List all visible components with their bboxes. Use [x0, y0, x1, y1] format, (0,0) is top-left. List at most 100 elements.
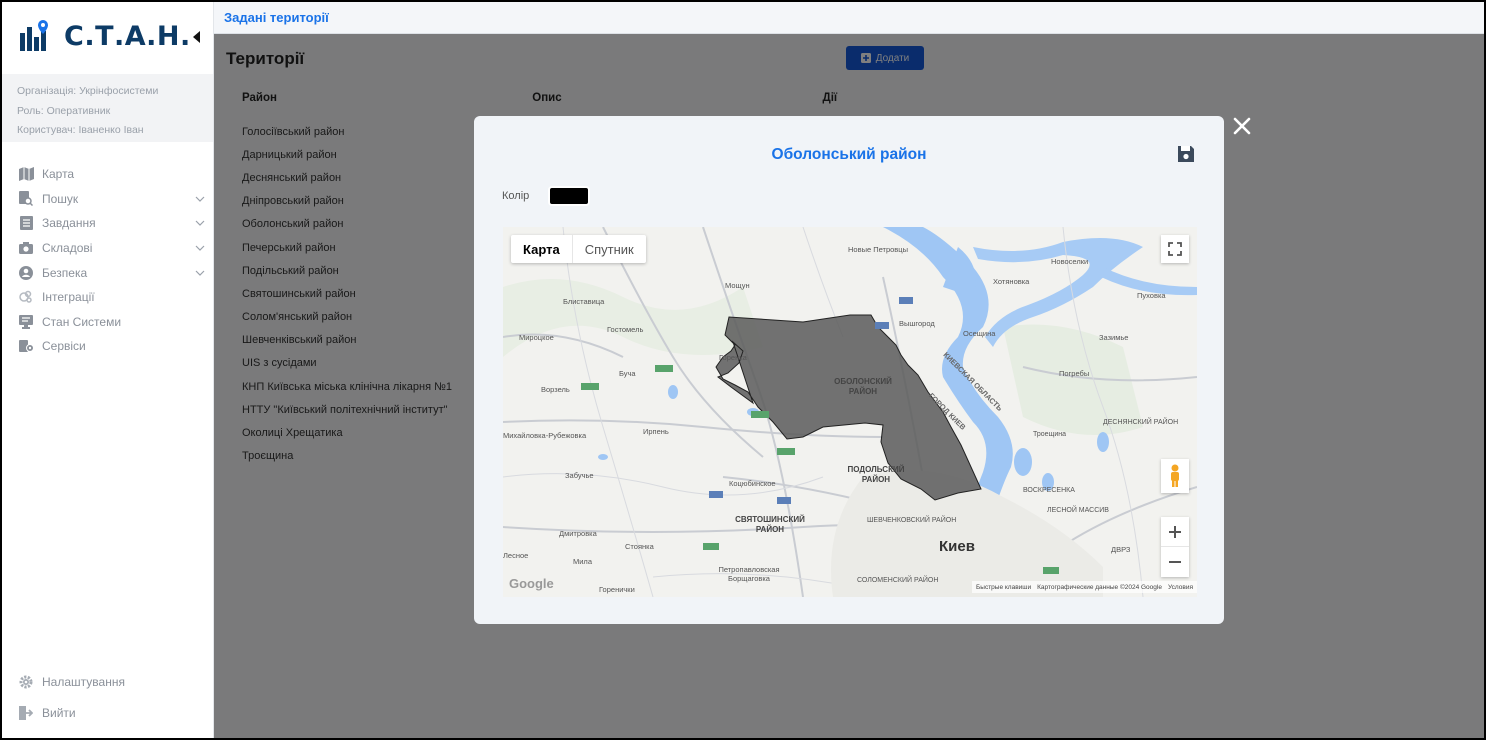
map-label: Горенка — [719, 353, 747, 362]
sidebar-item-label: Завдання — [42, 216, 96, 231]
map-label: Зазимье — [1099, 333, 1129, 342]
sidebar-item-integrations[interactable]: Інтеграції — [2, 285, 213, 310]
map-label: Забучье — [565, 471, 594, 480]
map-label: Коцюбинское — [729, 479, 776, 488]
sidebar-item-settings[interactable]: Налаштування — [2, 672, 213, 692]
chevron-down-icon — [195, 270, 205, 276]
logo-text: С.Т.А.Н. — [64, 20, 191, 52]
map-label: Блиставица — [563, 297, 605, 306]
user-text: Користувач: Іваненко Іван — [17, 124, 144, 136]
sidebar-item-security[interactable]: Безпека — [2, 260, 213, 285]
user-shield-icon — [18, 265, 34, 281]
close-icon — [1233, 117, 1251, 135]
city-label: Киев — [939, 538, 975, 555]
map-icon — [18, 166, 34, 182]
map-label: Мощун — [725, 281, 750, 290]
fullscreen-button[interactable] — [1161, 235, 1189, 263]
map-view[interactable]: Новые Петровцы Новоселки Хотяновка Мощун… — [503, 227, 1197, 597]
district-label: ШЕВЧЕНКОВСКИЙ РАЙОН — [867, 517, 957, 524]
sidebar-item-label: Пошук — [42, 191, 79, 206]
map-label: Дмитровка — [559, 529, 597, 538]
sidebar-item-label: Налаштування — [42, 675, 125, 689]
map-label: Ворзель — [541, 385, 570, 394]
logo: С.Т.А.Н. — [18, 16, 191, 56]
map-label: Новоселки — [1051, 257, 1089, 266]
sidebar-item-label: Стан Системи — [42, 314, 122, 329]
map-label: Мироцкое — [519, 333, 554, 342]
sidebar-item-label: Інтеграції — [42, 290, 95, 305]
sidebar-item-search[interactable]: Пошук — [2, 187, 213, 212]
minus-icon — [1169, 561, 1181, 563]
breadcrumb[interactable]: Задані території — [224, 10, 329, 25]
sidebar-item-components[interactable]: Складові — [2, 236, 213, 261]
sidebar-item-label: Безпека — [42, 265, 88, 280]
district-label: СОЛОМЕНСКИЙ РАЙОН — [857, 577, 939, 584]
caret-left-icon — [193, 31, 200, 43]
map-label: Хотяновка — [993, 277, 1030, 286]
gear-icon — [18, 674, 34, 690]
map-label: ДЕСНЯНСКИЙ РАЙОН — [1103, 419, 1179, 426]
user-info: Організація: Укрінфосистеми Роль: Операт… — [2, 74, 213, 142]
map-label: Мила — [573, 557, 592, 566]
fullscreen-icon — [1168, 242, 1182, 256]
organization-text: Організація: Укрінфосистеми — [17, 85, 159, 97]
terms-link[interactable]: Условия — [1168, 584, 1193, 591]
sidebar-item-label: Сервіси — [42, 339, 86, 354]
district-label: ПОДОЛЬСКИЙ РАЙОН — [847, 465, 905, 484]
sidebar-item-tasks[interactable]: Завдання — [2, 211, 213, 236]
services-icon — [18, 338, 34, 354]
tab-map[interactable]: Карта — [511, 235, 573, 263]
keyboard-shortcuts-link[interactable]: Быстрые клавиши — [976, 584, 1031, 591]
map-label: Пуховка — [1137, 291, 1166, 300]
sidebar-item-logout[interactable]: Вийти — [2, 703, 213, 723]
zoom-out-button[interactable] — [1161, 547, 1189, 577]
map-label: Буча — [619, 369, 636, 378]
sidebar-item-label: Складові — [42, 241, 93, 256]
sidebar-item-services[interactable]: Сервіси — [2, 334, 213, 359]
map-label: Троещина — [1033, 431, 1066, 438]
map-type-tabs: Карта Спутник — [511, 235, 646, 263]
map-label: Стоянка — [625, 542, 654, 551]
plus-icon — [1169, 525, 1181, 538]
top-bar: Задані території — [214, 2, 1484, 34]
close-modal-button[interactable] — [1232, 116, 1252, 136]
monitor-icon — [18, 314, 34, 330]
sidebar-bottom-nav: Налаштування Вийти — [2, 672, 213, 723]
map-label: Михайловка-Рубежовка — [503, 431, 587, 440]
pegman-icon — [1171, 464, 1179, 487]
map-label: Новые Петровцы — [848, 245, 908, 254]
chevron-down-icon — [195, 196, 205, 202]
google-logo: Google — [509, 576, 554, 591]
map-base-graphic — [503, 227, 1197, 597]
camera-icon — [18, 240, 34, 256]
logo-icon — [20, 20, 48, 51]
sidebar-item-map[interactable]: Карта — [2, 162, 213, 187]
sidebar-item-label: Карта — [42, 167, 75, 182]
integrations-icon — [18, 289, 34, 305]
modal-title: Оболонський район — [771, 146, 927, 163]
save-button[interactable] — [1176, 144, 1196, 164]
collapse-sidebar-button[interactable] — [190, 28, 204, 46]
map-label: Лесное — [503, 551, 529, 560]
chevron-down-icon — [195, 245, 205, 251]
district-label: СВЯТОШИНСКИЙ РАЙОН — [735, 515, 805, 534]
tasks-icon — [18, 215, 34, 231]
sidebar-item-label: Вийти — [42, 706, 76, 720]
zoom-control — [1161, 517, 1189, 577]
territory-modal: Оболонський район Колір Новые Петровцы Н… — [474, 116, 1224, 624]
street-view-button[interactable] — [1161, 459, 1189, 493]
tab-satellite[interactable]: Спутник — [573, 235, 646, 263]
search-doc-icon — [18, 191, 34, 207]
map-label: ЛЕСНОЙ МАССИВ — [1047, 507, 1109, 514]
role-text: Роль: Оперативник — [17, 104, 111, 117]
sidebar-item-system-status[interactable]: Стан Системи — [2, 310, 213, 335]
color-label: Колір — [502, 190, 530, 202]
logout-icon — [18, 705, 34, 721]
map-attribution: Быстрые клавиши Картографические данные … — [972, 581, 1197, 593]
color-picker[interactable] — [548, 186, 590, 206]
sidebar: С.Т.А.Н. Організація: Укрінфосистеми Рол… — [2, 2, 214, 738]
zoom-in-button[interactable] — [1161, 517, 1189, 547]
map-label: Гостомель — [607, 325, 644, 334]
map-label: Осещина — [963, 329, 996, 338]
chevron-down-icon — [195, 221, 205, 227]
